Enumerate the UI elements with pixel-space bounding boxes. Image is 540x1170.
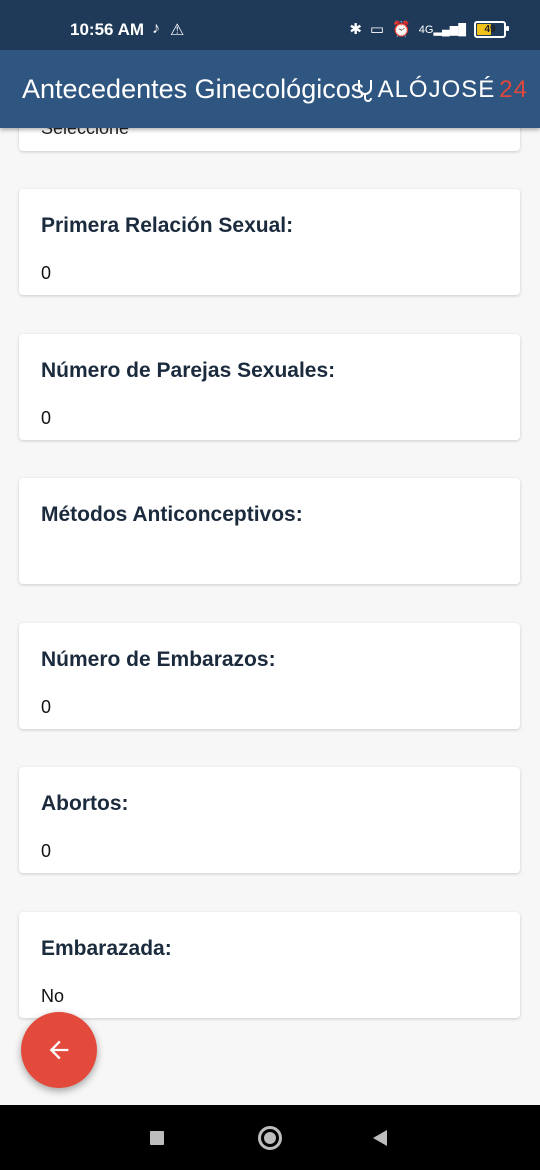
signal-icon: 4G▂▄▆█ (418, 23, 466, 36)
field-value: 0 (41, 697, 52, 717)
back-fab-button[interactable] (21, 1012, 97, 1088)
app-logo: ALÓJOSÉ 24 (356, 76, 528, 104)
field-label: Embarazada: (41, 937, 172, 960)
back-icon[interactable] (371, 1129, 389, 1147)
app-bar: Antecedentes Ginecológicos ALÓJOSÉ 24 (0, 50, 540, 128)
card-embarazada[interactable]: Embarazada: No (19, 912, 520, 1018)
logo-text: ALÓJOSÉ (377, 76, 496, 103)
arrow-back-icon (49, 1040, 69, 1060)
stethoscope-heart-icon (357, 80, 372, 102)
field-label: Primera Relación Sexual: (41, 214, 294, 237)
vibrate-icon: ▭ (369, 21, 385, 38)
recents-icon[interactable] (149, 1130, 165, 1146)
field-value: 0 (41, 841, 52, 861)
status-bar: 10:56 AM ♪ ⚠ ✱ ▭ ⏰ 4G▂▄▆█ 49 (0, 0, 540, 50)
form-content[interactable]: Seleccione Primera Relación Sexual: 0 Nú… (0, 128, 540, 1105)
field-label: Métodos Anticonceptivos: (41, 503, 303, 526)
card-select-partial[interactable]: Seleccione (19, 128, 520, 151)
tiktok-icon: ♪ (152, 20, 160, 37)
card-abortos[interactable]: Abortos: 0 (19, 767, 520, 873)
field-value: 0 (41, 263, 52, 283)
alarm-off-icon: ⏰ (392, 21, 411, 38)
field-value: No (41, 986, 65, 1006)
card-numero-embarazos[interactable]: Número de Embarazos: 0 (19, 623, 520, 729)
field-label: Número de Parejas Sexuales: (41, 359, 336, 382)
page-title: Antecedentes Ginecológicos (22, 74, 365, 104)
field-label: Número de Embarazos: (41, 648, 276, 671)
battery-level: 49 (484, 23, 496, 35)
card-numero-parejas[interactable]: Número de Parejas Sexuales: 0 (19, 334, 520, 440)
warning-icon: ⚠ (170, 22, 185, 39)
field-value: 0 (41, 408, 52, 428)
home-icon[interactable] (257, 1125, 283, 1151)
select-value: Seleccione (41, 128, 130, 138)
battery-icon: 49 (474, 20, 509, 38)
system-nav-bar (0, 1105, 540, 1170)
status-time: 10:56 AM (70, 20, 145, 39)
field-label: Abortos: (41, 792, 129, 815)
logo-number: 24 (499, 76, 528, 103)
card-primera-relacion[interactable]: Primera Relación Sexual: 0 (19, 189, 520, 295)
card-metodos-anticonceptivos[interactable]: Métodos Anticonceptivos: (19, 478, 520, 584)
bluetooth-icon: ✱ (349, 21, 362, 38)
